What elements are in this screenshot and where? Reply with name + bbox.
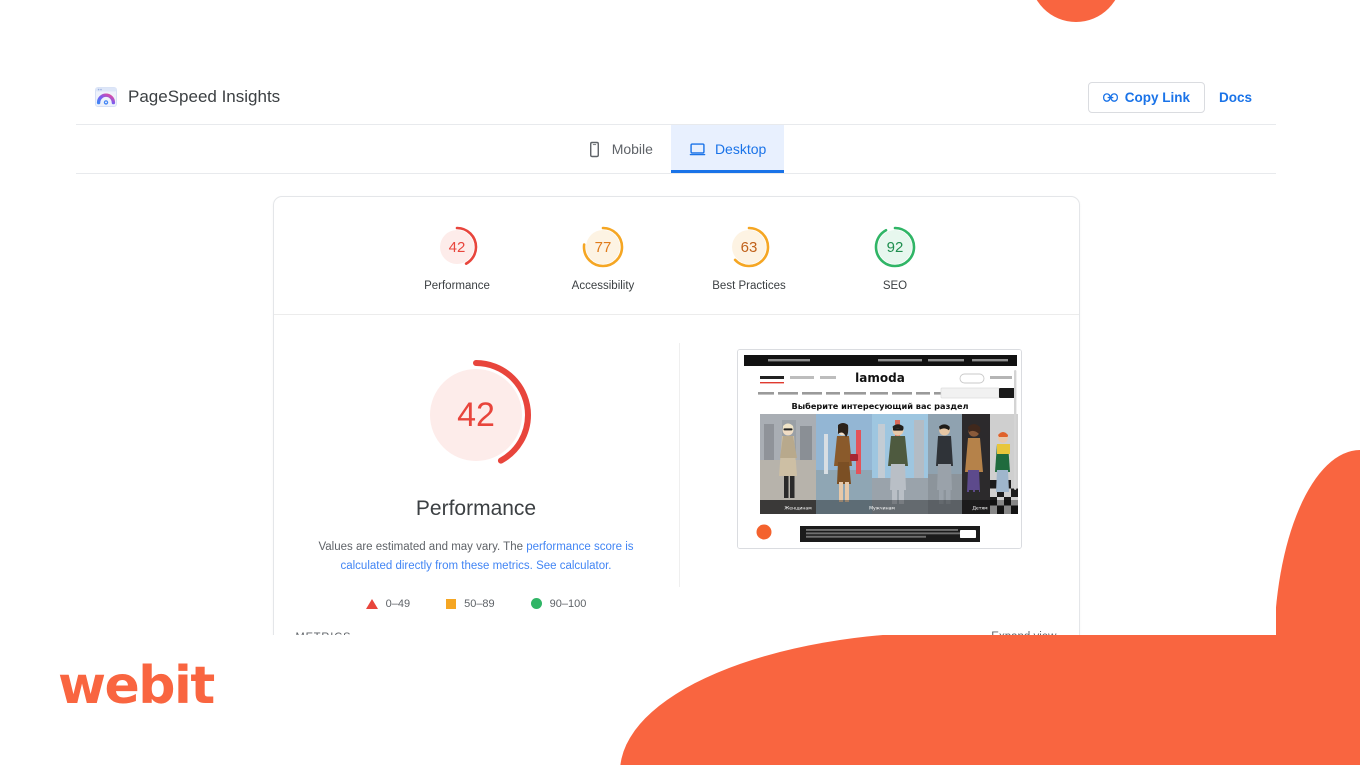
report-body: 42 Performance Values are estimated and … xyxy=(274,315,1079,615)
triangle-icon xyxy=(365,598,378,609)
gauge-accessibility-label: Accessibility xyxy=(571,280,635,292)
performance-big-gauge: 42 xyxy=(416,355,536,475)
brand[interactable]: PageSpeed Insights xyxy=(94,85,280,109)
gauge-best-practices-label: Best Practices xyxy=(712,280,786,292)
svg-text:Женщинам: Женщинам xyxy=(784,506,812,512)
screenshot-panel: lamoda Выберите интересующий вас раздел … xyxy=(680,315,1079,615)
legend-item-average: 50–89 xyxy=(446,598,495,610)
docs-link[interactable]: Docs xyxy=(1219,90,1252,105)
gauge-best-practices[interactable]: 63 Best Practices xyxy=(699,223,799,292)
header-actions: Copy Link Docs xyxy=(1087,81,1258,113)
decorative-bottom-wave xyxy=(620,632,1360,765)
svg-text:Выберите интересующий вас разд: Выберите интересующий вас раздел xyxy=(791,401,968,411)
metrics-header: METRICS Expand view xyxy=(274,615,1079,635)
gauge-performance-label: Performance xyxy=(424,280,490,292)
gauge-best-practices-ring: 63 xyxy=(725,223,773,271)
performance-panel: 42 Performance Values are estimated and … xyxy=(274,315,679,615)
metrics-title: METRICS xyxy=(296,631,352,635)
mobile-phone-icon xyxy=(586,141,603,158)
gauge-accessibility[interactable]: 77 Accessibility xyxy=(553,223,653,292)
legend-label-average: 50–89 xyxy=(464,597,495,610)
page-canvas: webit PageSpeed Insights Copy Link Docs … xyxy=(0,0,1360,765)
tab-desktop[interactable]: Desktop xyxy=(670,125,785,173)
category-score-gauges: 42 Performance 77 Accessibility 63 Best … xyxy=(273,197,1079,315)
pagespeed-insights-window: PageSpeed Insights Copy Link Docs Mobile… xyxy=(76,70,1276,635)
app-title: PageSpeed Insights xyxy=(128,87,281,106)
app-header: PageSpeed Insights Copy Link Docs xyxy=(76,70,1276,125)
device-tabs: Mobile Desktop xyxy=(76,125,1276,174)
circle-icon xyxy=(530,598,542,610)
gauge-seo[interactable]: 92 SEO xyxy=(845,223,945,292)
gauge-seo-value: 92 xyxy=(886,238,904,256)
gauge-best-practices-value: 63 xyxy=(740,238,758,256)
square-icon xyxy=(446,598,457,609)
performance-description: Values are estimated and may vary. The p… xyxy=(306,538,646,576)
performance-title: Performance xyxy=(415,497,537,520)
decorative-circle-top xyxy=(1030,0,1122,22)
gauge-performance[interactable]: 42 Performance xyxy=(407,223,507,292)
gauge-accessibility-ring: 77 xyxy=(579,223,627,271)
performance-description-text: Values are estimated and may vary. The xyxy=(318,541,527,553)
svg-text:Детям: Детям xyxy=(972,506,988,512)
tab-mobile-label: Mobile xyxy=(611,141,653,157)
tab-mobile[interactable]: Mobile xyxy=(568,125,671,173)
gauge-performance-ring: 42 xyxy=(433,223,481,271)
expand-view-toggle[interactable]: Expand view xyxy=(991,631,1056,635)
legend-label-poor: 0–49 xyxy=(385,597,411,610)
see-calculator-link[interactable]: See calculator. xyxy=(536,560,611,572)
gauge-performance-value: 42 xyxy=(448,238,466,256)
webit-logo: webit xyxy=(58,656,215,716)
tab-desktop-label: Desktop xyxy=(714,141,767,157)
gauge-accessibility-value: 77 xyxy=(594,238,612,256)
gauge-seo-ring: 92 xyxy=(871,223,919,271)
link-icon xyxy=(1102,92,1118,102)
pagespeed-logo-icon xyxy=(94,85,118,109)
desktop-monitor-icon xyxy=(689,141,706,158)
gauge-seo-label: SEO xyxy=(882,280,908,292)
performance-big-gauge-value: 42 xyxy=(457,395,495,434)
legend-item-good: 90–100 xyxy=(530,597,587,610)
copy-link-label: Copy Link xyxy=(1124,89,1190,105)
legend-item-poor: 0–49 xyxy=(365,597,411,610)
report-card: 42 Performance 77 Accessibility 63 Best … xyxy=(272,196,1080,635)
svg-text:lamoda: lamoda xyxy=(855,371,905,385)
svg-text:Мужчинам: Мужчинам xyxy=(869,506,895,512)
legend-label-good: 90–100 xyxy=(549,597,587,610)
score-legend: 0–49 50–89 90–100 xyxy=(365,597,587,610)
copy-link-button[interactable]: Copy Link xyxy=(1087,81,1205,113)
page-screenshot-thumbnail: lamoda Выберите интересующий вас раздел … xyxy=(736,349,1022,549)
